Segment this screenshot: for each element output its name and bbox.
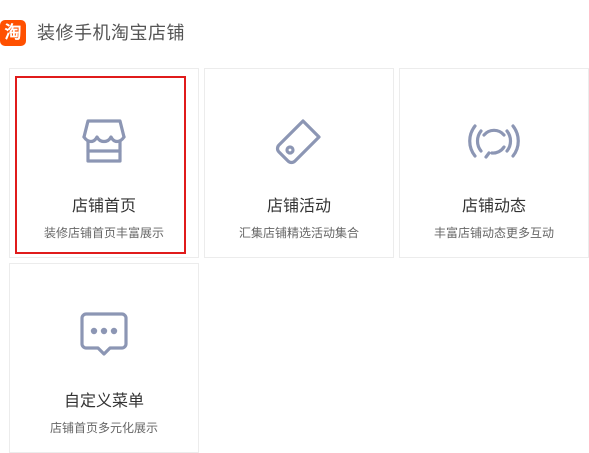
card-shop-home-desc: 装修店铺首页丰富展示 bbox=[43, 226, 164, 240]
card-shop-feed[interactable]: 店铺动态 丰富店铺动态更多互动 bbox=[399, 68, 589, 258]
card-shop-feed-title: 店铺动态 bbox=[461, 196, 526, 215]
card-custom-menu[interactable]: 自定义菜单 店铺首页多元化展示 bbox=[9, 263, 199, 453]
card-shop-activity[interactable]: 店铺活动 汇集店铺精选活动集合 bbox=[204, 68, 394, 258]
card-custom-menu-desc: 店铺首页多元化展示 bbox=[49, 421, 158, 435]
card-shop-activity-desc: 汇集店铺精选活动集合 bbox=[238, 226, 359, 240]
taobao-logo-icon: 淘 bbox=[0, 20, 26, 46]
page-header: 淘 装修手机淘宝店铺 bbox=[0, 19, 589, 49]
broadcast-icon bbox=[464, 111, 524, 171]
card-shop-feed-desc: 丰富店铺动态更多互动 bbox=[433, 226, 554, 240]
card-custom-menu-title: 自定义菜单 bbox=[63, 391, 144, 410]
card-shop-home-title: 店铺首页 bbox=[71, 196, 136, 215]
message-menu-icon bbox=[74, 306, 134, 366]
tag-icon bbox=[269, 111, 329, 171]
card-shop-home[interactable]: 店铺首页 装修店铺首页丰富展示 bbox=[9, 68, 199, 258]
storefront-icon bbox=[74, 111, 134, 171]
page-title: 装修手机淘宝店铺 bbox=[37, 23, 185, 44]
card-shop-activity-title: 店铺活动 bbox=[266, 196, 331, 215]
